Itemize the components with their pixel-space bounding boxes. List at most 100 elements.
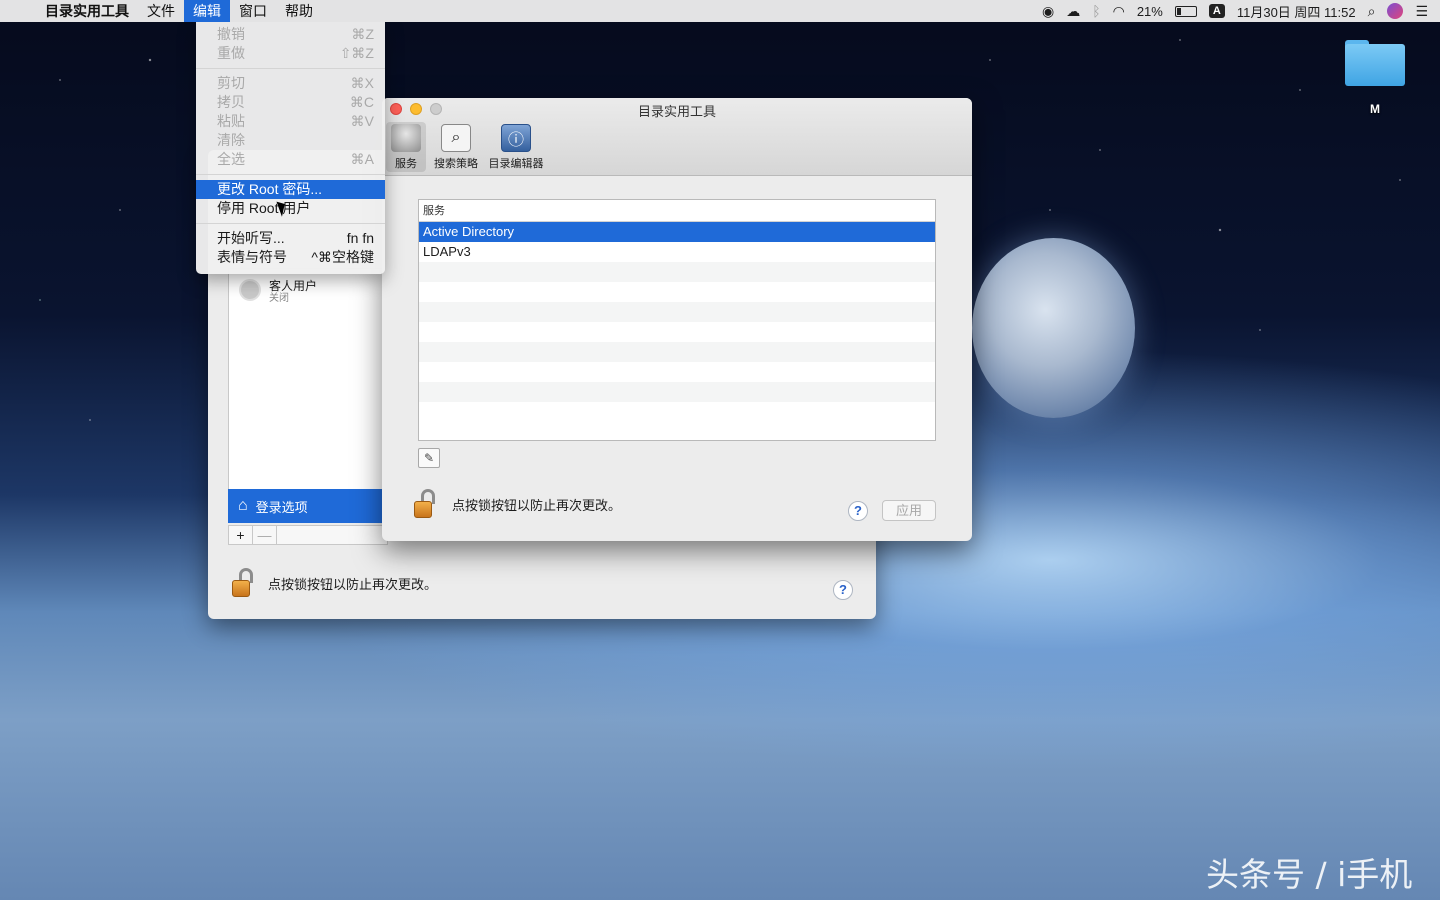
menu-item-paste[interactable]: 粘贴 ⌘V	[196, 112, 385, 131]
add-user-button[interactable]: +	[229, 526, 253, 544]
empty-row	[419, 282, 935, 302]
menu-app-name[interactable]: 目录实用工具	[36, 0, 138, 22]
emoji-shortcut: ^⌘空格键	[311, 249, 374, 265]
menu-item-dictation[interactable]: 开始听写... fn fn	[196, 229, 385, 248]
menu-item-cut[interactable]: 剪切 ⌘X	[196, 74, 385, 93]
table-row[interactable]: Active Directory	[419, 222, 935, 242]
redo-shortcut: ⇧⌘Z	[339, 45, 374, 61]
wifi-icon[interactable]: ◠	[1113, 0, 1125, 22]
bluetooth-icon[interactable]: ᛒ	[1092, 0, 1100, 22]
window-title: 目录实用工具	[637, 104, 716, 119]
battery-percent[interactable]: 21%	[1137, 4, 1163, 19]
login-options-label: 登录选项	[255, 499, 308, 515]
battery-icon[interactable]	[1174, 5, 1197, 17]
window-titlebar: 目录实用工具 服务 ⌕ 搜索策略 ⓘ 目录编辑器	[382, 98, 972, 176]
unlocked-lock-icon[interactable]	[230, 568, 258, 598]
emoji-label: 表情与符号	[217, 249, 287, 265]
user-list-controls: + —	[228, 525, 388, 545]
table-row[interactable]: LDAPv3	[419, 242, 935, 262]
empty-row	[419, 262, 935, 282]
wallpaper-moon	[972, 238, 1135, 418]
front-lock-text: 点按锁按钮以防止再次更改。	[452, 497, 622, 513]
copy-label: 拷贝	[217, 94, 245, 110]
edit-service-button[interactable]: ✎	[418, 448, 440, 468]
undo-shortcut: ⌘Z	[351, 26, 374, 42]
menu-separator	[196, 68, 385, 69]
redo-label: 重做	[217, 45, 245, 61]
input-source-icon[interactable]: A	[1208, 4, 1225, 18]
desktop-folder-label[interactable]: M	[1345, 102, 1405, 116]
paste-shortcut: ⌘V	[350, 113, 374, 129]
house-icon: ⌂	[238, 497, 248, 514]
menu-item-undo[interactable]: 撤销 ⌘Z	[196, 25, 385, 44]
guest-user-status: 关闭	[269, 293, 289, 304]
menu-separator	[196, 174, 385, 175]
tab-directory-editor[interactable]: ⓘ 目录编辑器	[486, 122, 546, 172]
guest-user-name: 客人用户	[269, 279, 318, 293]
watermark: 头条号 / i手机	[1206, 855, 1413, 894]
empty-row	[419, 302, 935, 322]
select-all-shortcut: ⌘A	[350, 151, 374, 167]
empty-row	[419, 342, 935, 362]
siri-icon[interactable]	[1387, 3, 1404, 19]
front-help-button[interactable]: ?	[848, 501, 868, 521]
tab-services-label: 服务	[395, 158, 417, 170]
services-icon	[391, 124, 421, 152]
menu-item-emoji[interactable]: 表情与符号 ^⌘空格键	[196, 248, 385, 267]
user-list: 客人用户 关闭	[228, 268, 388, 523]
menu-item-change-root-password[interactable]: 更改 Root 密码...	[196, 180, 385, 199]
clock[interactable]: 11月30日 周四 11:52	[1237, 2, 1356, 21]
notification-center-icon[interactable]: ☰	[1415, 0, 1428, 22]
cut-label: 剪切	[217, 75, 245, 91]
undo-label: 撤销	[217, 26, 245, 42]
empty-row	[419, 322, 935, 342]
spotlight-search-icon[interactable]: ⌕	[1368, 0, 1376, 22]
copy-shortcut: ⌘C	[349, 94, 374, 110]
front-lock-row: 点按锁按钮以防止再次更改。	[412, 489, 621, 519]
tab-search-policy[interactable]: ⌕ 搜索策略	[430, 122, 482, 172]
unlocked-lock-icon[interactable]	[412, 489, 440, 519]
tab-directory-editor-label: 目录编辑器	[488, 158, 544, 170]
creative-cloud-icon[interactable]: ☁	[1066, 0, 1080, 22]
paste-label: 粘贴	[217, 113, 245, 129]
toolbar: 服务 ⌕ 搜索策略 ⓘ 目录编辑器	[386, 122, 546, 172]
tab-search-policy-label: 搜索策略	[434, 158, 478, 170]
guest-user-item[interactable]: 客人用户 关闭	[239, 279, 317, 305]
directory-editor-icon: ⓘ	[501, 124, 531, 152]
select-all-label: 全选	[217, 151, 245, 167]
folder-icon[interactable]	[1345, 38, 1405, 88]
login-options-item[interactable]: ⌂ 登录选项	[228, 489, 388, 523]
disable-root-label: 停用 Root 用户	[217, 200, 311, 216]
menu-separator	[196, 223, 385, 224]
magnifier-icon: ⌕	[441, 124, 471, 152]
services-table: 服务 Active Directory LDAPv3	[418, 199, 936, 441]
menu-help[interactable]: 帮助	[276, 0, 322, 22]
menu-file[interactable]: 文件	[138, 0, 184, 22]
back-lock-row: 点按锁按钮以防止再次更改。	[230, 568, 437, 598]
change-root-label: 更改 Root 密码...	[217, 181, 323, 197]
empty-row	[419, 402, 935, 422]
menu-item-disable-root[interactable]: 停用 Root 用户	[196, 199, 385, 218]
directory-utility-window: 目录实用工具 服务 ⌕ 搜索策略 ⓘ 目录编辑器 服务 Active Direc…	[382, 98, 972, 541]
menu-item-copy[interactable]: 拷贝 ⌘C	[196, 93, 385, 112]
dictation-shortcut: fn fn	[346, 230, 374, 246]
back-help-button[interactable]: ?	[833, 580, 853, 600]
menu-edit[interactable]: 编辑	[184, 0, 230, 22]
apply-button[interactable]: 应用	[882, 500, 936, 521]
edit-menu-dropdown: 撤销 ⌘Z 重做 ⇧⌘Z 剪切 ⌘X 拷贝 ⌘C 粘贴 ⌘V 清除 全选 ⌘A 更改 Roo…	[196, 22, 385, 274]
menu-item-redo[interactable]: 重做 ⇧⌘Z	[196, 44, 385, 63]
empty-row	[419, 382, 935, 402]
tab-services[interactable]: 服务	[386, 122, 426, 172]
remove-user-button[interactable]: —	[253, 526, 277, 544]
menu-bar: 目录实用工具 文件 编辑 窗口 帮助 ◉ ☁ ᛒ ◠ 21% A 11月30日 …	[0, 0, 1440, 22]
cut-shortcut: ⌘X	[350, 75, 374, 91]
record-icon[interactable]: ◉	[1042, 0, 1054, 22]
menu-item-clear[interactable]: 清除	[196, 131, 385, 150]
dictation-label: 开始听写...	[217, 230, 285, 246]
menu-item-select-all[interactable]: 全选 ⌘A	[196, 150, 385, 169]
services-column-header[interactable]: 服务	[419, 200, 935, 222]
user-avatar-icon	[239, 279, 261, 301]
pencil-icon: ✎	[423, 451, 435, 465]
empty-row	[419, 362, 935, 382]
menu-window[interactable]: 窗口	[230, 0, 276, 22]
